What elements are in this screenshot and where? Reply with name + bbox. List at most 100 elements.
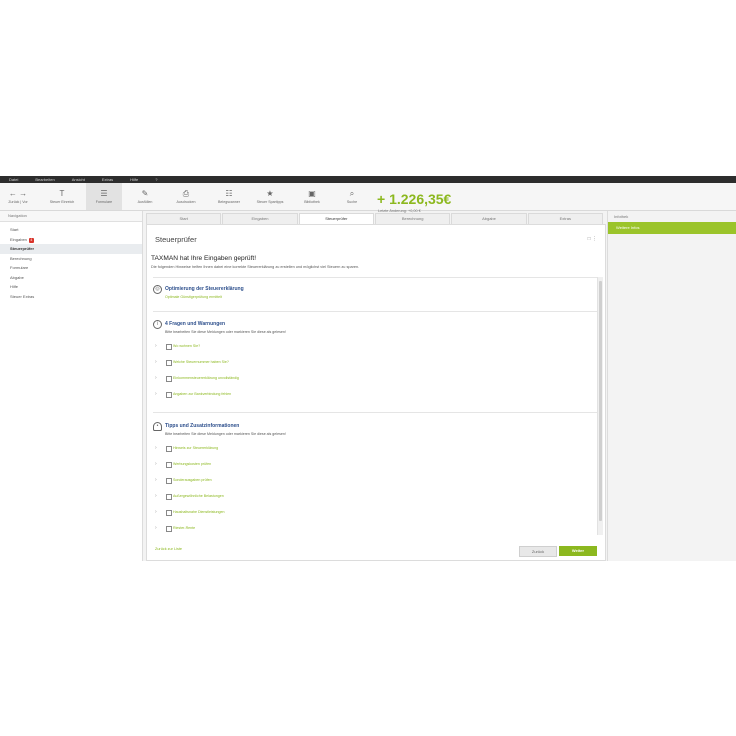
- refund-amount: + 1.226,35€: [377, 191, 452, 207]
- chevron-right-icon[interactable]: ›: [155, 358, 157, 366]
- scanner-button[interactable]: ☷ Belegscanner: [210, 183, 248, 210]
- read-checkbox[interactable]: [166, 375, 172, 382]
- more-info-button[interactable]: Weitere Infos: [608, 222, 736, 234]
- warning-badge: 4: [28, 237, 34, 243]
- warning-text[interactable]: Einkommensteuererklärung unvollständig: [173, 374, 239, 382]
- tool-label: Zurück | Vor: [8, 200, 28, 204]
- tip-item[interactable]: › Sonderausgaben prüfen: [153, 476, 593, 484]
- info-icon: i: [153, 320, 162, 329]
- section-title: Optimierung der Steuererklärung: [165, 286, 244, 292]
- pin-icon[interactable]: ⋮: [592, 236, 597, 242]
- tip-item[interactable]: › Riester-Rente: [153, 524, 593, 532]
- tip-item[interactable]: › Werbungskosten prüfen: [153, 460, 593, 468]
- tool-label: Belegscanner: [218, 200, 240, 204]
- chevron-right-icon[interactable]: ›: [155, 390, 157, 398]
- warning-text[interactable]: Angaben zur Bankverbindung fehlen: [173, 390, 231, 398]
- nav-item-hilfe[interactable]: Hilfe: [0, 282, 142, 292]
- tool-label: Bibliothek: [304, 200, 320, 204]
- section-divider: [153, 277, 597, 278]
- warning-item[interactable]: › Angaben zur Bankverbindung fehlen: [153, 390, 593, 398]
- warning-item[interactable]: › Wo wohnen Sie?: [153, 342, 593, 350]
- read-checkbox[interactable]: [166, 445, 172, 452]
- scrollbar-thumb[interactable]: [599, 281, 602, 521]
- warning-item[interactable]: › Einkommensteuererklärung unvollständig: [153, 374, 593, 382]
- read-checkbox[interactable]: [166, 461, 172, 468]
- read-checkbox[interactable]: [166, 477, 172, 484]
- section-divider: [153, 412, 597, 413]
- nav-item-abgabe[interactable]: Abgabe: [0, 273, 142, 283]
- chevron-right-icon[interactable]: ›: [155, 508, 157, 516]
- read-checkbox[interactable]: [166, 391, 172, 398]
- tips-button[interactable]: ★ Steuer Spartipps: [252, 183, 288, 210]
- search-button[interactable]: ⌕ Suche: [336, 183, 368, 210]
- nav-item-start[interactable]: Start: [0, 225, 142, 235]
- tool-label: Ausfüllen: [137, 200, 153, 204]
- menu-extras[interactable]: Extras: [102, 177, 113, 182]
- nav-item-berechnung[interactable]: Berechnung: [0, 254, 142, 264]
- submit-tax-button[interactable]: T Steuer Einreich: [44, 183, 80, 210]
- nav-item-eingaben[interactable]: Eingaben 4: [0, 235, 142, 245]
- library-button[interactable]: ▣ Bibliothek: [294, 183, 330, 210]
- read-checkbox[interactable]: [166, 525, 172, 532]
- tab-abgabe[interactable]: Abgabe: [451, 213, 527, 224]
- arrow-left-right-icon: ← →: [8, 189, 28, 198]
- menu-help[interactable]: Hilfe: [130, 177, 138, 182]
- read-checkbox[interactable]: [166, 509, 172, 516]
- section-optimization: ◎ Optimierung der Steuererklärung Optima…: [153, 285, 597, 309]
- chevron-right-icon[interactable]: ›: [155, 342, 157, 350]
- tip-text[interactable]: Hinweis zur Steuererklärung: [173, 444, 218, 452]
- check-subline: Die folgenden Hinweise helfen Ihnen dabe…: [151, 265, 360, 269]
- navigation-header: Navigation: [0, 211, 142, 222]
- nav-item-extras[interactable]: Steuer Extras: [0, 292, 142, 302]
- tip-item[interactable]: › Haushaltsnahe Dienstleistungen: [153, 508, 593, 516]
- tip-text[interactable]: Sonderausgaben prüfen: [173, 476, 212, 484]
- menu-view[interactable]: Ansicht: [72, 177, 85, 182]
- forms-button[interactable]: ☰ Formulare: [86, 183, 122, 210]
- tab-eingaben[interactable]: Eingaben: [222, 213, 298, 224]
- back-to-list-link[interactable]: Zurück zur Liste: [155, 547, 182, 551]
- target-icon: ◎: [153, 285, 162, 294]
- read-checkbox[interactable]: [166, 359, 172, 366]
- back-button[interactable]: Zurück: [519, 546, 557, 557]
- search-icon: ⌕: [349, 189, 355, 198]
- chevron-right-icon[interactable]: ›: [155, 524, 157, 532]
- optimization-link[interactable]: Optimale Günstigerprüfung ermittelt: [165, 295, 222, 299]
- read-checkbox[interactable]: [166, 493, 172, 500]
- vertical-scrollbar[interactable]: [597, 277, 603, 535]
- next-button[interactable]: Weiter: [559, 546, 597, 556]
- print-button[interactable]: ⎙ Ausdrucken: [168, 183, 204, 210]
- section-tips: • Tipps und Zusatzinformationen Bitte be…: [153, 422, 597, 537]
- back-forward-button[interactable]: ← → Zurück | Vor: [4, 183, 32, 210]
- chevron-right-icon[interactable]: ›: [155, 460, 157, 468]
- warning-text[interactable]: Welche Steuernummer haben Sie?: [173, 358, 229, 366]
- tab-start[interactable]: Start: [146, 213, 222, 224]
- tip-text[interactable]: Außergewöhnliche Belastungen: [173, 492, 224, 500]
- window-controls: □ ⋮: [588, 236, 597, 242]
- chevron-right-icon[interactable]: ›: [155, 476, 157, 484]
- chevron-right-icon[interactable]: ›: [155, 444, 157, 452]
- tip-item[interactable]: › Außergewöhnliche Belastungen: [153, 492, 593, 500]
- section-description: Bitte bearbeiten Sie diese Meldungen ode…: [165, 330, 286, 334]
- read-checkbox[interactable]: [166, 343, 172, 350]
- chevron-right-icon[interactable]: ›: [155, 492, 157, 500]
- nav-item-steuerpruefer[interactable]: Steuerprüfer: [0, 244, 142, 254]
- tab-berechnung[interactable]: Berechnung: [374, 213, 451, 224]
- tip-text[interactable]: Riester-Rente: [173, 524, 195, 532]
- page-title: Steuerprüfer: [155, 235, 197, 244]
- check-headline: TAXMAN hat Ihre Eingaben geprüft!: [151, 255, 257, 262]
- library-icon: ▣: [308, 189, 316, 198]
- fill-in-button[interactable]: ✎ Ausfüllen: [128, 183, 162, 210]
- nav-item-formulare[interactable]: Formulare: [0, 263, 142, 273]
- tip-item[interactable]: › Hinweis zur Steuererklärung: [153, 444, 593, 452]
- warning-item[interactable]: › Welche Steuernummer haben Sie?: [153, 358, 593, 366]
- menu-edit[interactable]: Bearbeiten: [35, 177, 54, 182]
- tab-extras[interactable]: Extras: [527, 213, 603, 224]
- menu-about[interactable]: ?: [155, 177, 157, 182]
- menu-bar: Datei Bearbeiten Ansicht Extras Hilfe ?: [0, 176, 736, 183]
- restore-icon[interactable]: □: [588, 236, 591, 242]
- chevron-right-icon[interactable]: ›: [155, 374, 157, 382]
- tip-text[interactable]: Haushaltsnahe Dienstleistungen: [173, 508, 225, 516]
- warning-text[interactable]: Wo wohnen Sie?: [173, 342, 200, 350]
- menu-file[interactable]: Datei: [9, 177, 18, 182]
- tip-text[interactable]: Werbungskosten prüfen: [173, 460, 211, 468]
